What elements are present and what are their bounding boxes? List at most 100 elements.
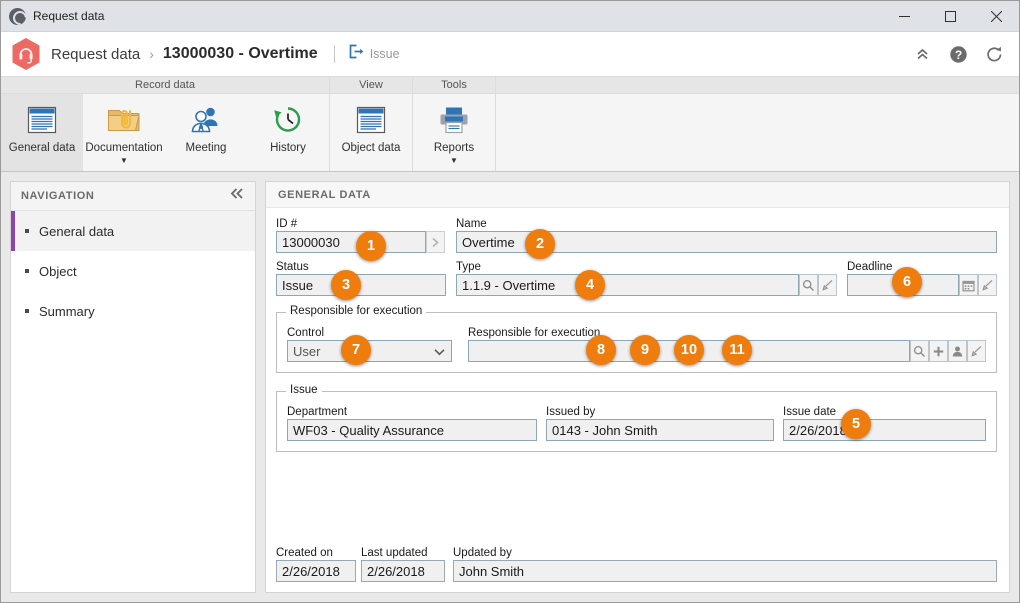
- form-row-status-type: Status Issue Type 1.1.9 - Overtime Deadl…: [276, 261, 997, 296]
- navigation-header: NAVIGATION: [11, 182, 255, 211]
- field-label: Updated by: [453, 547, 512, 559]
- ribbon-button-history[interactable]: History: [247, 94, 329, 171]
- issue-date-input[interactable]: 2/26/2018: [783, 419, 986, 441]
- ribbon-button-label: Reports: [433, 142, 475, 154]
- chevron-right-icon[interactable]: [426, 231, 445, 253]
- ribbon-group-record-data: Record data General data Documentation ▼…: [1, 77, 330, 171]
- breadcrumb-separator-icon: ›: [149, 46, 154, 62]
- last-updated-input[interactable]: 2/26/2018: [361, 560, 445, 582]
- ribbon-button-object-data[interactable]: Object data: [330, 94, 412, 171]
- general-data-form: ID # 13000030 Name Overtime Status Issue…: [266, 208, 1009, 592]
- bullet-icon: [25, 269, 29, 273]
- search-icon[interactable]: [910, 340, 929, 362]
- annotation-badge-6: 6: [892, 267, 922, 297]
- header-divider: [333, 45, 335, 63]
- title-bar: Request data: [1, 1, 1019, 32]
- issued-by-input[interactable]: 0143 - John Smith: [546, 419, 774, 441]
- refresh-icon[interactable]: [979, 39, 1009, 69]
- annotation-badge-10: 10: [674, 335, 704, 365]
- sidebar-item-label: General data: [39, 223, 115, 239]
- close-button[interactable]: [973, 1, 1019, 31]
- panel-header: GENERAL DATA: [266, 182, 1009, 208]
- header-bar: Request data › 13000030 - Overtime Issue: [1, 32, 1019, 76]
- sidebar-item-general-data[interactable]: General data: [11, 211, 255, 251]
- issue-row: Department WF03 - Quality Assurance Issu…: [287, 406, 986, 441]
- document-blue-icon: [354, 102, 388, 138]
- double-chevron-left-icon[interactable]: [230, 187, 245, 205]
- ribbon-button-label: Object data: [341, 142, 401, 154]
- request-data-window: Request data Request data › 13000030 - O…: [0, 0, 1020, 603]
- field-label: Issued by: [546, 406, 596, 418]
- field-last-updated: Last updated 2/26/2018: [361, 547, 445, 582]
- ribbon-group-title: Tools: [413, 77, 495, 94]
- created-on-input[interactable]: 2/26/2018: [276, 560, 356, 582]
- clear-brush-icon[interactable]: [967, 340, 986, 362]
- field-label: Control: [287, 327, 325, 339]
- field-status: Status Issue: [276, 261, 446, 296]
- minimize-button[interactable]: [881, 1, 927, 31]
- window-body: NAVIGATION General data Object Summary G…: [1, 172, 1019, 602]
- svg-text:?: ?: [954, 48, 961, 62]
- status-input[interactable]: Issue: [276, 274, 446, 296]
- person-icon[interactable]: [948, 340, 967, 362]
- field-input-row: [847, 274, 997, 296]
- ribbon-group-title-empty: [496, 77, 1019, 94]
- search-icon[interactable]: [799, 274, 818, 296]
- app-headset-icon: [9, 7, 26, 25]
- annotation-badge-9: 9: [630, 335, 660, 365]
- ribbon-toolbar: Record data General data Documentation ▼…: [1, 76, 1019, 172]
- ribbon-group-title: Record data: [1, 77, 329, 94]
- ribbon-button-reports[interactable]: Reports ▼: [413, 94, 495, 171]
- ribbon-group-body: Object data: [330, 94, 412, 171]
- bullet-icon: [25, 309, 29, 313]
- ribbon-button-documentation[interactable]: Documentation ▼: [83, 94, 165, 171]
- updated-by-input[interactable]: John Smith: [453, 560, 997, 582]
- issue-export-icon: [349, 44, 364, 64]
- annotation-badge-8: 8: [586, 335, 616, 365]
- field-deadline: Deadline: [847, 261, 997, 296]
- ribbon-group-body: Reports ▼: [413, 94, 495, 171]
- sidebar-item-label: Object: [39, 263, 77, 279]
- navigation-sidebar: NAVIGATION General data Object Summary: [10, 181, 256, 593]
- bullet-icon: [25, 229, 29, 233]
- folder-paperclip-icon: [106, 102, 142, 138]
- annotation-badge-11: 11: [722, 335, 752, 365]
- window-title: Request data: [33, 9, 105, 23]
- help-icon[interactable]: ?: [943, 39, 973, 69]
- issue-link[interactable]: Issue: [349, 44, 400, 64]
- ribbon-button-label: General data: [8, 142, 76, 154]
- annotation-badge-5: 5: [841, 409, 871, 439]
- control-select-value: User: [293, 343, 321, 359]
- group-legend: Issue: [286, 384, 322, 396]
- id-input[interactable]: 13000030: [276, 231, 426, 253]
- ribbon-button-meeting[interactable]: Meeting: [165, 94, 247, 171]
- chevron-down-icon[interactable]: ▼: [450, 157, 458, 165]
- annotation-badge-7: 7: [341, 335, 371, 365]
- clear-brush-icon[interactable]: [978, 274, 997, 296]
- annotation-badge-1: 1: [356, 231, 386, 261]
- type-input[interactable]: 1.1.9 - Overtime: [456, 274, 799, 296]
- plus-icon[interactable]: [929, 340, 948, 362]
- ribbon-group-tools: Tools Reports ▼: [413, 77, 496, 171]
- chevron-down-icon[interactable]: ▼: [120, 157, 128, 165]
- clear-brush-icon[interactable]: [818, 274, 837, 296]
- sidebar-item-summary[interactable]: Summary: [11, 291, 255, 331]
- calendar-icon[interactable]: [959, 274, 978, 296]
- maximize-button[interactable]: [927, 1, 973, 31]
- field-created-on: Created on 2/26/2018: [276, 547, 356, 582]
- annotation-badge-3: 3: [331, 270, 361, 300]
- navigation-title: NAVIGATION: [21, 190, 95, 202]
- ribbon-group-body-empty: [496, 94, 1019, 171]
- breadcrumb-current: 13000030 - Overtime: [162, 45, 318, 62]
- ribbon-button-label: History: [270, 142, 306, 154]
- breadcrumb-root[interactable]: Request data: [51, 46, 140, 63]
- issue-group: Issue Department WF03 - Quality Assuranc…: [276, 384, 997, 452]
- field-label: Issue date: [783, 406, 837, 418]
- department-input[interactable]: WF03 - Quality Assurance: [287, 419, 537, 441]
- collapse-chevrons-icon[interactable]: [907, 39, 937, 69]
- ribbon-button-general-data[interactable]: General data: [1, 94, 83, 171]
- sidebar-item-object[interactable]: Object: [11, 251, 255, 291]
- document-blue-icon: [25, 102, 59, 138]
- field-issued-by: Issued by 0143 - John Smith: [546, 406, 774, 441]
- form-footer-row: Created on 2/26/2018 Last updated 2/26/2…: [276, 547, 997, 582]
